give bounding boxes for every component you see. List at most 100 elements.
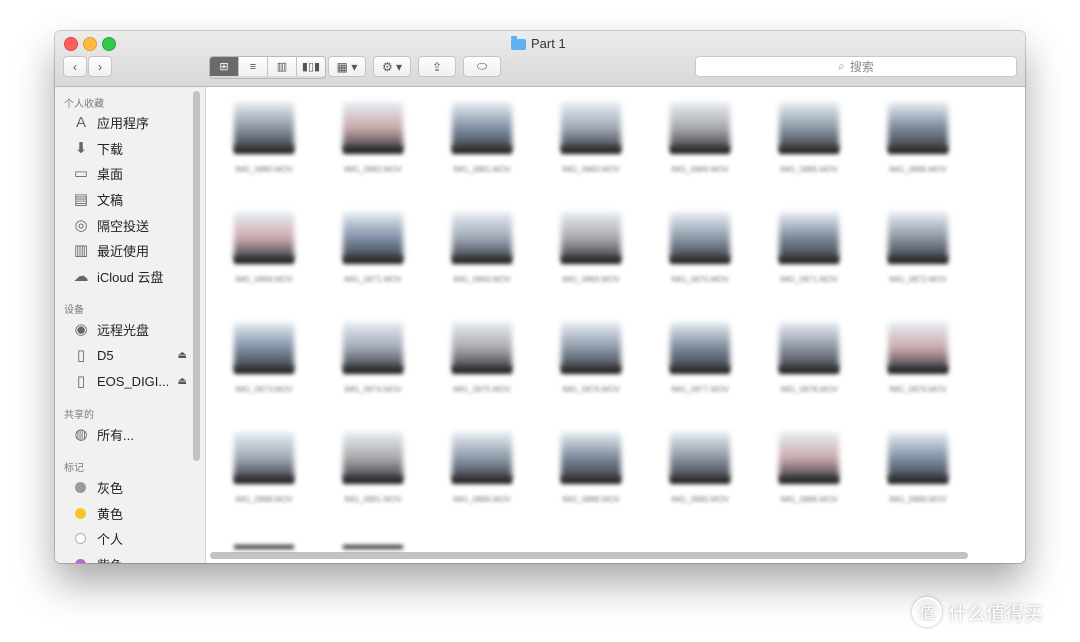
sidebar-item-label: 文稿 xyxy=(97,192,124,208)
file-thumbnail[interactable] xyxy=(888,432,948,480)
file-name: IMG_0872.MOV xyxy=(889,275,947,284)
thumbnail-filmstrip xyxy=(452,366,512,374)
arrange-button[interactable]: ▦ ▾ xyxy=(328,56,366,77)
sidebar-item-d5[interactable]: ▯ D5 ⏏ xyxy=(72,345,187,365)
file-thumbnail[interactable] xyxy=(452,212,512,260)
file-thumbnail[interactable] xyxy=(670,212,730,260)
file-thumbnail[interactable] xyxy=(234,212,294,260)
file-thumbnail[interactable] xyxy=(670,102,730,150)
file-thumbnail[interactable] xyxy=(561,432,621,480)
thumbnail-filmstrip xyxy=(888,146,948,154)
file-name: IMG_0886.MOV xyxy=(780,495,838,504)
sidebar-item-airdrop[interactable]: ◎ 隔空投送 xyxy=(72,215,187,235)
sidebar-item-eos-digital[interactable]: ▯ EOS_DIGI... ⏏ xyxy=(72,371,187,391)
zoom-button[interactable] xyxy=(102,37,116,51)
sidebar-item-applications[interactable]: A 应用程序 xyxy=(72,112,187,132)
thumbnail-filmstrip xyxy=(888,366,948,374)
sidebar-tag-personal[interactable]: 个人 xyxy=(72,528,187,548)
sidebar-item-label: 灰色 xyxy=(97,480,124,496)
file-name: IMG_0888.MOV xyxy=(562,495,620,504)
file-thumbnail[interactable] xyxy=(234,432,294,480)
file-name: IMG_0888.MOV xyxy=(235,495,293,504)
file-thumbnail[interactable] xyxy=(343,432,403,480)
tag-button[interactable]: ⬭ xyxy=(463,56,501,77)
file-thumbnail[interactable] xyxy=(343,212,403,260)
sidebar-item-label: D5 xyxy=(97,347,114,363)
sidebar-item-desktop[interactable]: ▭ 桌面 xyxy=(72,163,187,183)
file-thumbnail[interactable] xyxy=(670,432,730,480)
search-field[interactable]: ⌕ 搜索 xyxy=(695,56,1017,77)
close-button[interactable] xyxy=(64,37,78,51)
sidebar-item-downloads[interactable]: ⬇ 下载 xyxy=(72,138,187,158)
sidebar-tag-yellow[interactable]: 黄色 xyxy=(72,503,187,523)
file-thumbnail[interactable] xyxy=(561,322,621,370)
file-thumbnail[interactable] xyxy=(452,322,512,370)
back-button[interactable]: ‹ xyxy=(63,56,87,77)
folder-icon xyxy=(511,35,526,50)
sidebar-item-recents[interactable]: ▥ 最近使用 xyxy=(72,240,187,260)
thumbnail-filmstrip xyxy=(779,476,839,484)
file-name: IMG_0883.MOV xyxy=(562,165,620,174)
file-thumbnail[interactable] xyxy=(234,322,294,370)
watermark-text: 什么值得买 xyxy=(948,603,1044,625)
sidebar-item-documents[interactable]: ▤ 文稿 xyxy=(72,189,187,209)
sidebar-tag-purple[interactable]: 紫色 xyxy=(72,554,187,563)
file-thumbnail[interactable] xyxy=(779,212,839,260)
sidebar-item-label: iCloud 云盘 xyxy=(97,269,164,285)
sidebar-item-all-shared[interactable]: ◍ 所有... xyxy=(72,424,187,444)
horizontal-scrollbar[interactable] xyxy=(210,552,968,559)
sidebar-item-remote-disc[interactable]: ◉ 远程光盘 xyxy=(72,319,187,339)
file-thumbnail[interactable] xyxy=(779,432,839,480)
sidebar-item-label: 远程光盘 xyxy=(97,322,150,338)
thumbnail-filmstrip xyxy=(670,146,730,154)
file-thumbnail[interactable] xyxy=(452,432,512,480)
file-thumbnail[interactable] xyxy=(888,102,948,150)
eject-icon[interactable]: ⏏ xyxy=(178,376,187,387)
file-thumbnail[interactable] xyxy=(561,212,621,260)
thumbnail-filmstrip xyxy=(670,256,730,264)
file-name: IMG_0890.MOV xyxy=(671,495,729,504)
file-thumbnail[interactable] xyxy=(888,212,948,260)
eject-icon[interactable]: ⏏ xyxy=(178,350,187,361)
file-name: IMG_0882.MOV xyxy=(344,165,402,174)
download-icon: ⬇ xyxy=(74,140,88,157)
applications-icon: A xyxy=(75,113,86,131)
column-view-button[interactable]: ▥ xyxy=(267,57,296,76)
file-thumbnail[interactable] xyxy=(779,322,839,370)
sidebar-item-icloud[interactable]: ☁ iCloud 云盘 xyxy=(72,266,187,286)
file-thumbnail[interactable] xyxy=(888,322,948,370)
file-thumbnail[interactable] xyxy=(343,322,403,370)
file-thumbnail[interactable] xyxy=(343,102,403,150)
forward-button[interactable]: › xyxy=(88,56,112,77)
sidebar-scrollbar[interactable] xyxy=(193,91,200,461)
file-thumbnail[interactable] xyxy=(452,102,512,150)
file-thumbnail[interactable] xyxy=(561,102,621,150)
thumbnail-filmstrip xyxy=(234,476,294,484)
sidebar-item-label: 紫色 xyxy=(97,555,123,564)
network-icon: ◍ xyxy=(74,426,88,443)
drive-icon: ▯ xyxy=(76,373,86,390)
file-thumbnail[interactable] xyxy=(670,322,730,370)
cover-flow-view-button[interactable]: ▮▯▮ xyxy=(296,57,325,76)
file-name: IMG_0891.MOV xyxy=(344,495,402,504)
gear-icon: ⚙ ▾ xyxy=(381,59,403,74)
icon-view-button[interactable]: ⊞ xyxy=(210,57,238,76)
action-button[interactable]: ⚙ ▾ xyxy=(373,56,411,77)
file-name: IMG_0873.MOV xyxy=(235,385,293,394)
file-thumbnail[interactable] xyxy=(234,102,294,150)
documents-icon: ▤ xyxy=(73,191,89,208)
chevron-left-icon: ‹ xyxy=(73,59,77,74)
file-name: IMG_0868.MOV xyxy=(235,275,293,284)
minimize-button[interactable] xyxy=(83,37,97,51)
thumbnail-filmstrip xyxy=(561,146,621,154)
sidebar-header-shared: 共享的 xyxy=(64,410,94,421)
file-thumbnail[interactable] xyxy=(779,102,839,150)
share-button[interactable]: ⇪ xyxy=(418,56,456,77)
thumbnail-filmstrip xyxy=(452,256,512,264)
thumbnail-filmstrip xyxy=(234,146,294,154)
optical-disc-icon: ◉ xyxy=(74,321,88,338)
sidebar-tag-gray[interactable]: 灰色 xyxy=(72,477,187,497)
share-icon: ⇪ xyxy=(431,59,443,74)
list-view-button[interactable]: ≡ xyxy=(238,57,267,76)
file-name: IMG_0878.MOV xyxy=(780,385,838,394)
